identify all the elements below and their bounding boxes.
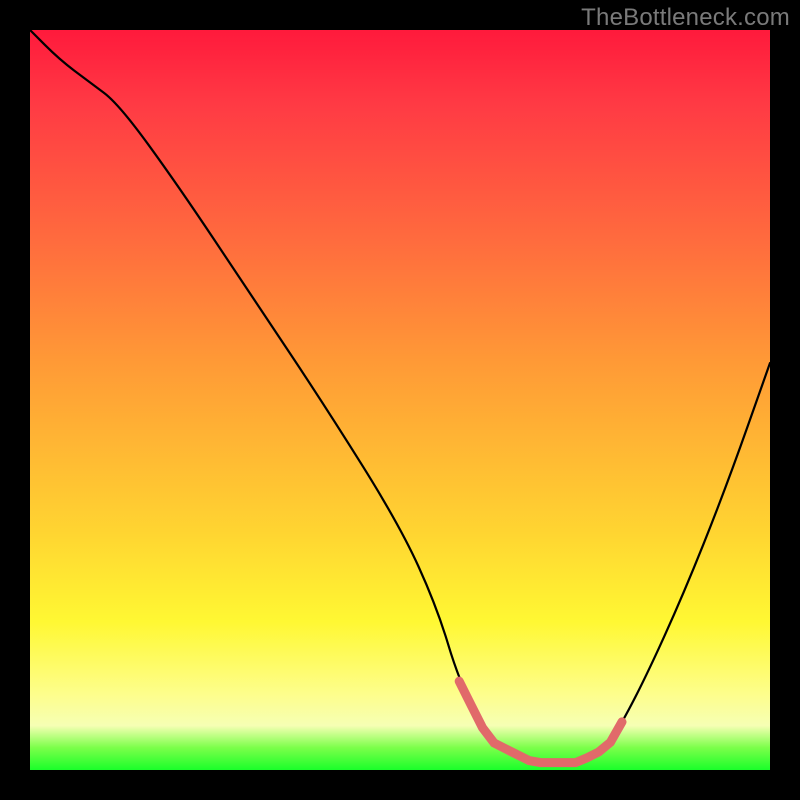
bottleneck-curve — [30, 30, 770, 763]
chart-frame: TheBottleneck.com — [0, 0, 800, 800]
plot-area — [30, 30, 770, 770]
watermark-text: TheBottleneck.com — [581, 4, 790, 32]
curve-layer — [30, 30, 770, 770]
optimal-range-highlight — [459, 681, 622, 762]
